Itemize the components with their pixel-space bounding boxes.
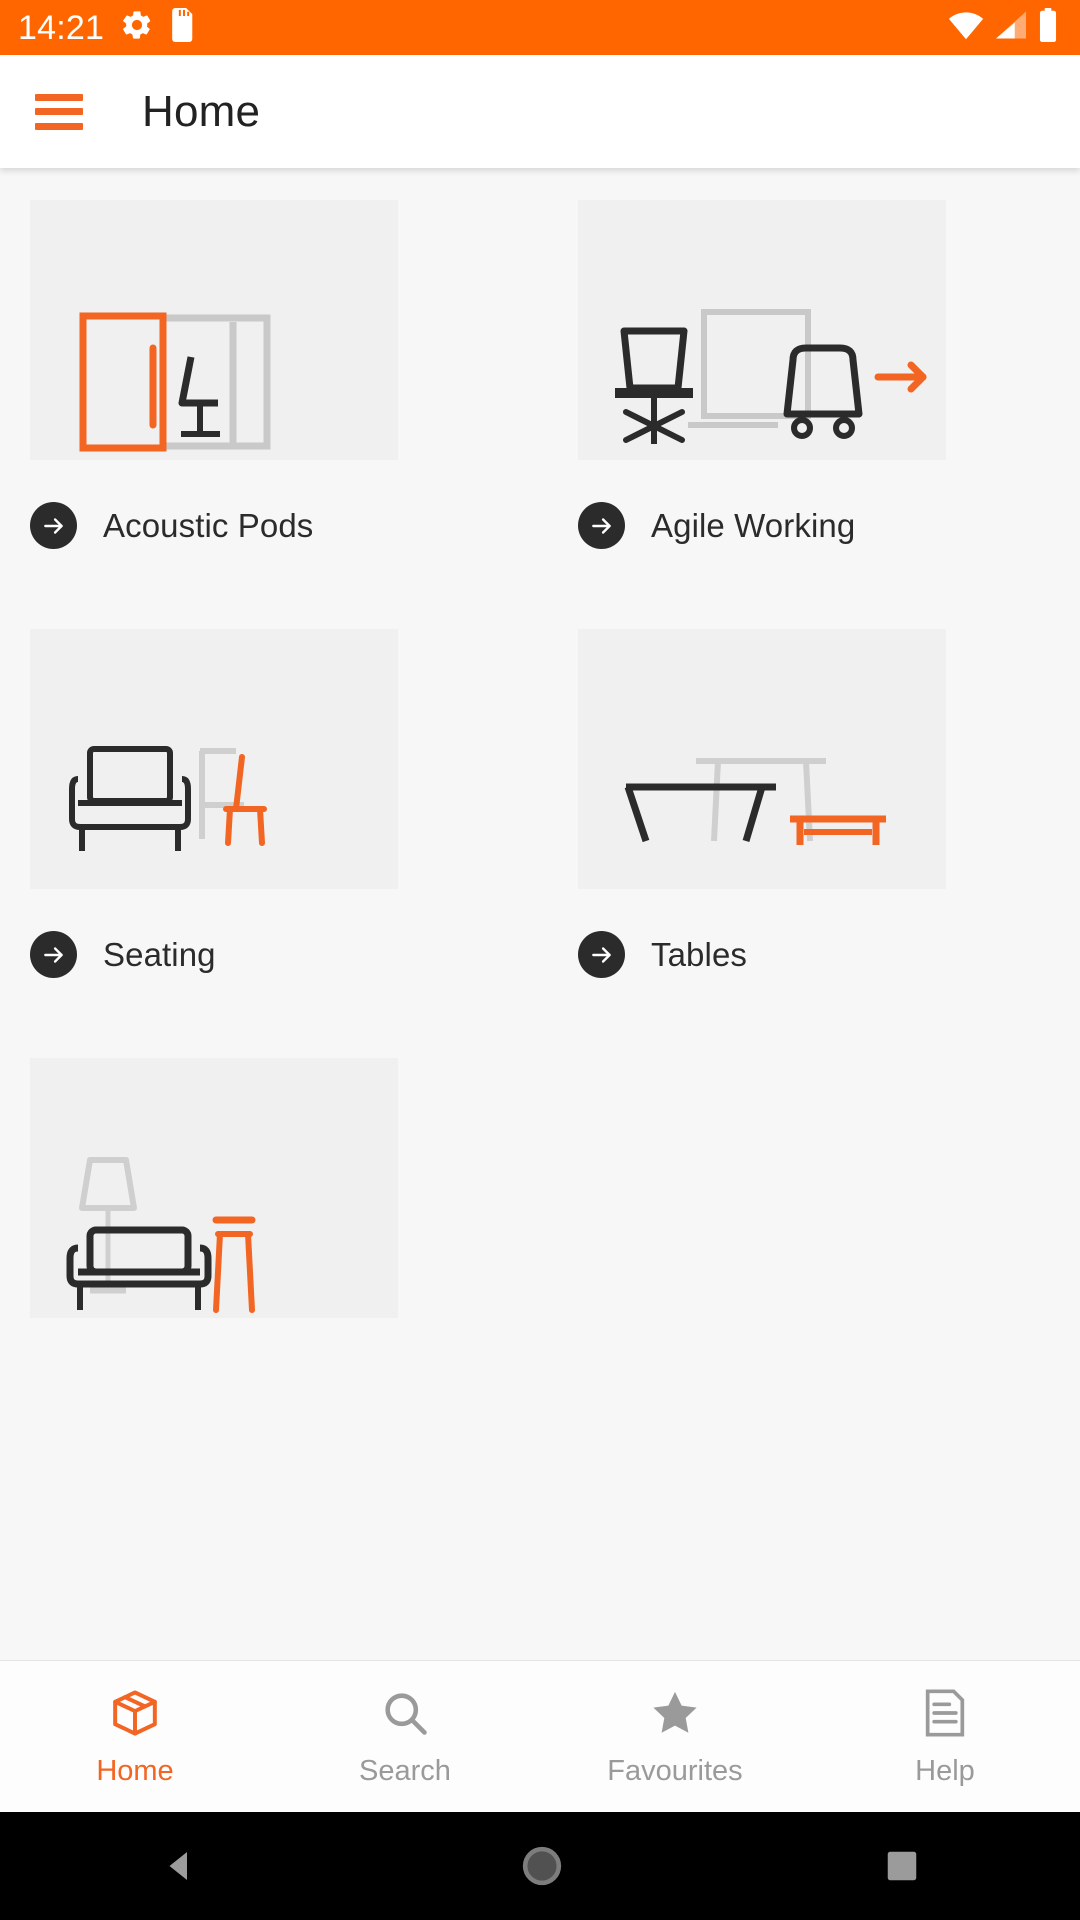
- status-bar-left: 14:21: [18, 8, 196, 47]
- lounge-illustration: [30, 1058, 398, 1318]
- status-bar-clock: 14:21: [18, 8, 105, 47]
- gear-icon: [120, 8, 154, 47]
- hamburger-menu-icon[interactable]: [35, 93, 83, 130]
- category-card-agile-working[interactable]: Agile Working: [540, 200, 1050, 629]
- app-bar: Home: [0, 55, 1080, 168]
- status-bar-right: [948, 8, 1058, 47]
- category-label-row[interactable]: Tables: [578, 931, 1050, 978]
- search-icon: [379, 1685, 431, 1741]
- category-label-row[interactable]: Agile Working: [578, 502, 1050, 549]
- app-screen: 14:21 Home Acoustic Pods Agile Working S…: [0, 0, 1080, 1920]
- document-icon: [921, 1685, 969, 1741]
- category-label: Agile Working: [651, 506, 856, 544]
- category-label: Seating: [103, 935, 216, 973]
- page-title: Home: [142, 86, 261, 136]
- agile-working-illustration: [578, 200, 946, 460]
- bottom-tab-bar: Home Search Favourites Help: [0, 1660, 1080, 1812]
- seating-illustration: [30, 629, 398, 889]
- tab-search[interactable]: Search: [270, 1685, 540, 1788]
- category-label: Acoustic Pods: [103, 506, 314, 544]
- category-card-tables[interactable]: Tables: [540, 629, 1050, 1058]
- tab-home[interactable]: Home: [0, 1685, 270, 1788]
- arrow-right-circle-icon[interactable]: [578, 931, 625, 978]
- android-navigation-bar: [0, 1812, 1080, 1920]
- tab-label: Help: [915, 1755, 975, 1787]
- category-label-row[interactable]: Acoustic Pods: [30, 502, 540, 549]
- tables-illustration: [578, 629, 946, 889]
- wifi-icon: [948, 10, 984, 45]
- status-bar: 14:21: [0, 0, 1080, 55]
- arrow-right-circle-icon[interactable]: [578, 502, 625, 549]
- star-icon: [648, 1685, 702, 1741]
- cellular-signal-icon: [994, 10, 1028, 45]
- recents-square-icon[interactable]: [883, 1847, 921, 1885]
- category-card-lounge[interactable]: [30, 1058, 540, 1318]
- category-card-acoustic-pods[interactable]: Acoustic Pods: [30, 200, 540, 629]
- category-label-row[interactable]: Seating: [30, 931, 540, 978]
- sd-card-icon: [170, 8, 196, 47]
- category-card-seating[interactable]: Seating: [30, 629, 540, 1058]
- acoustic-pod-illustration: [30, 200, 398, 460]
- category-label: Tables: [651, 935, 747, 973]
- box-icon: [107, 1685, 163, 1741]
- category-grid-scroll[interactable]: Acoustic Pods Agile Working Seating Tabl…: [0, 168, 1080, 1660]
- tab-label: Home: [96, 1755, 174, 1787]
- tab-label: Search: [359, 1755, 451, 1787]
- battery-icon: [1038, 8, 1058, 47]
- home-circle-icon[interactable]: [519, 1843, 565, 1889]
- tab-favourites[interactable]: Favourites: [540, 1685, 810, 1788]
- arrow-right-circle-icon[interactable]: [30, 502, 77, 549]
- back-triangle-icon[interactable]: [159, 1845, 201, 1887]
- tab-help[interactable]: Help: [810, 1685, 1080, 1788]
- category-grid: Acoustic Pods Agile Working Seating Tabl…: [0, 200, 1080, 1318]
- tab-label: Favourites: [607, 1755, 743, 1787]
- arrow-right-circle-icon[interactable]: [30, 931, 77, 978]
